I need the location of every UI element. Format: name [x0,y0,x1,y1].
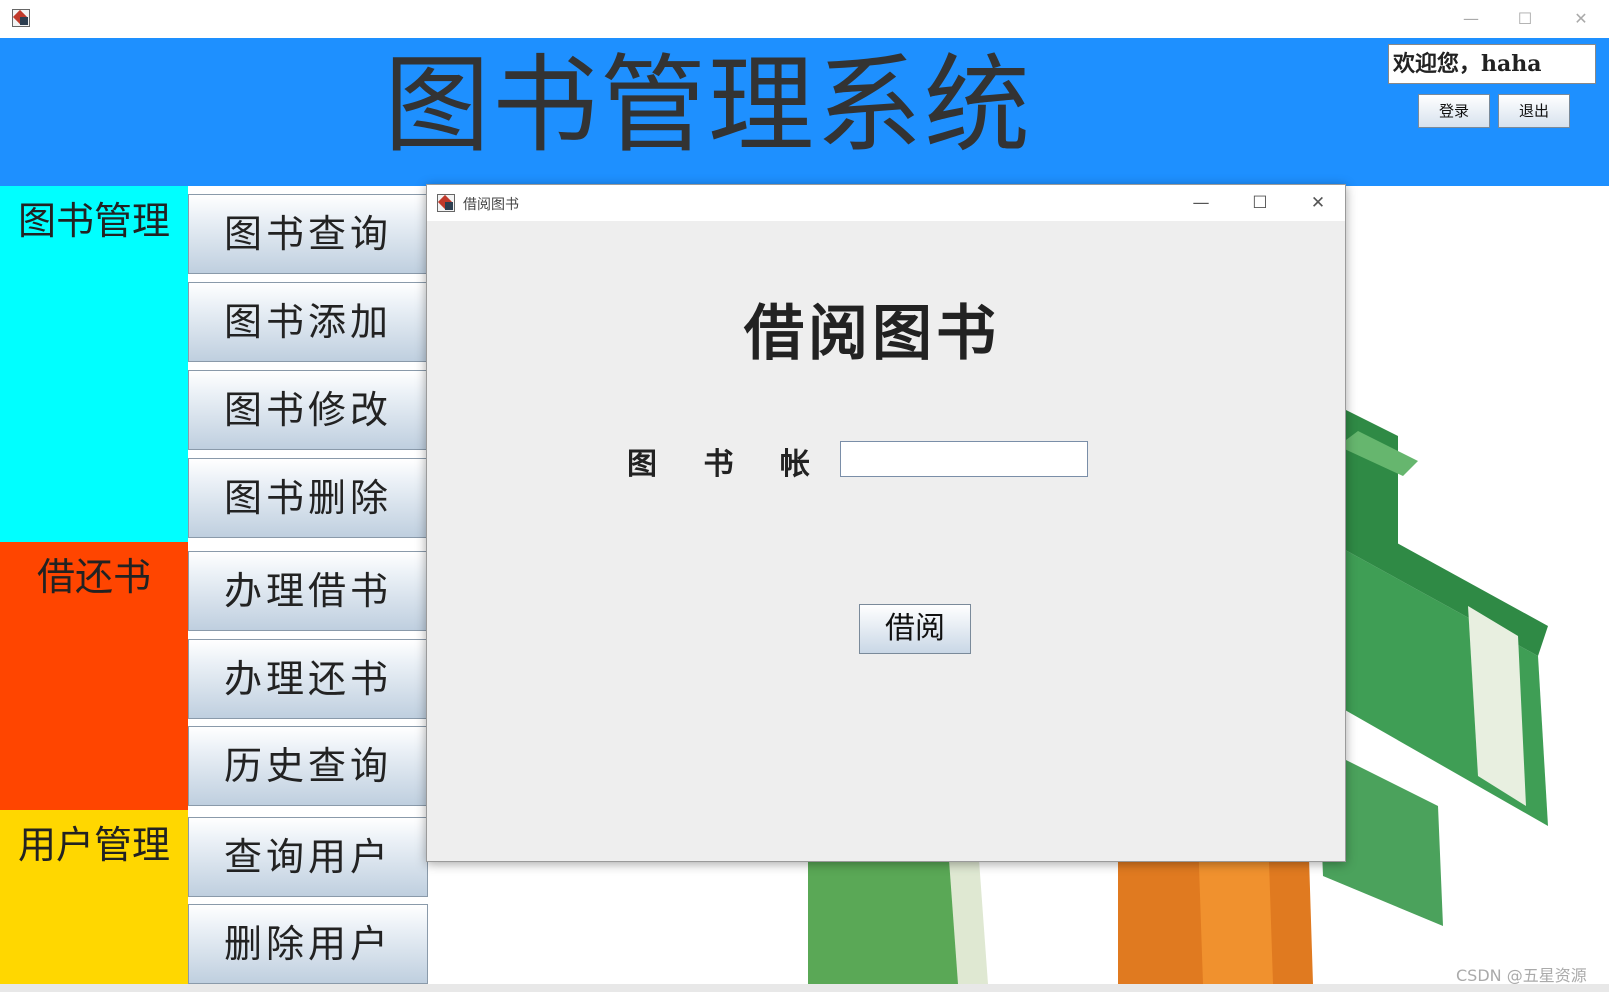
dialog-heading: 借阅图书 [744,299,1000,369]
main-titlebar: — ☐ ✕ [0,0,1609,39]
section-label-borrow-return: 借还书 [36,555,151,599]
book-query-button[interactable]: 图书查询 [188,194,428,274]
return-book-button[interactable]: 办理还书 [188,639,428,719]
dialog-close-button[interactable]: ✕ [1303,190,1333,216]
watermark: CSDN @五星资源 [1456,966,1587,985]
section-label-book-management: 图书管理 [17,199,170,243]
book-id-input[interactable] [840,441,1088,477]
section-user-management: 用户管理 [0,810,188,984]
bottom-edge [0,984,1609,992]
header-banner: 图书管理系统 欢迎您，haha 登录 退出 [0,38,1609,186]
book-edit-button[interactable]: 图书修改 [188,370,428,450]
borrow-book-button[interactable]: 办理借书 [188,551,428,631]
book-delete-button[interactable]: 图书删除 [188,458,428,538]
user-delete-button[interactable]: 删除用户 [188,904,428,984]
borrow-submit-button[interactable]: 借阅 [859,604,971,654]
dialog-titlebar[interactable]: 借阅图书 — ☐ ✕ [427,185,1345,221]
maximize-button[interactable]: ☐ [1510,6,1540,32]
minimize-button[interactable]: — [1456,6,1486,32]
close-button[interactable]: ✕ [1566,6,1596,32]
dialog-maximize-button[interactable]: ☐ [1245,190,1275,216]
section-book-management: 图书管理 [0,186,188,542]
borrow-book-dialog: 借阅图书 — ☐ ✕ 借阅图书 图 书 帐 号 借阅 [426,184,1346,862]
user-query-button[interactable]: 查询用户 [188,817,428,897]
dialog-minimize-button[interactable]: — [1186,190,1216,216]
java-app-icon [437,194,455,212]
section-borrow-return: 借还书 [0,542,188,810]
logout-button[interactable]: 退出 [1498,94,1570,128]
book-add-button[interactable]: 图书添加 [188,282,428,362]
history-query-button[interactable]: 历史查询 [188,726,428,806]
dialog-title: 借阅图书 [463,197,519,213]
java-app-icon [12,9,30,27]
welcome-field: 欢迎您，haha [1388,44,1596,84]
section-label-user-management: 用户管理 [17,823,170,867]
app-title: 图书管理系统 [384,44,1032,167]
login-button[interactable]: 登录 [1418,94,1490,128]
